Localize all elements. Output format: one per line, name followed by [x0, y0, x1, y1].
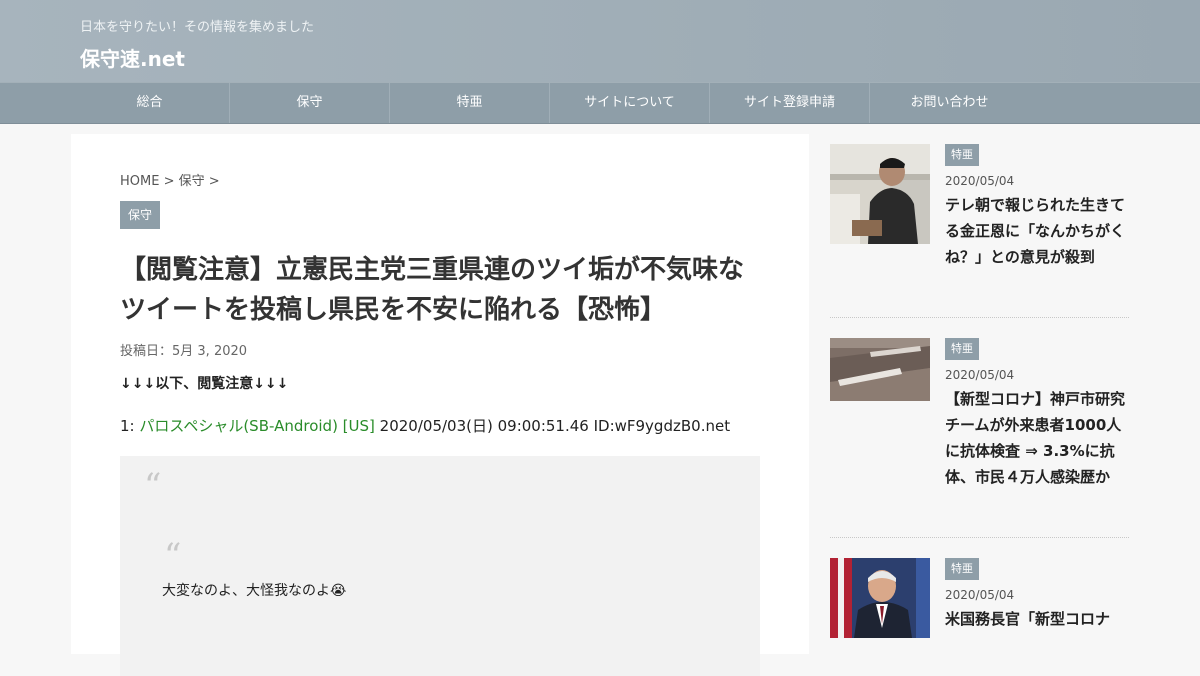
sidebar-category-badge[interactable]: 特亜 [945, 558, 979, 580]
nav-item-about[interactable]: サイトについて [550, 83, 710, 123]
site-tagline: 日本を守りたい！その情報を集めました [80, 20, 315, 35]
blockquote: “ “ 大変なのよ、大怪我なのよ😭 [120, 456, 760, 676]
viewer-warning: ↓↓↓以下、閲覧注意↓↓↓ [120, 376, 289, 392]
post-header: 1: パロスペシャル(SB-Android) [US] 2020/05/03(日… [120, 415, 730, 436]
sidebar-category-badge[interactable]: 特亜 [945, 144, 979, 166]
breadcrumb[interactable]: HOME > 保守 > [120, 170, 220, 189]
main-nav: 総合 保守 特亜 サイトについて サイト登録申請 お問い合わせ [0, 82, 1200, 124]
sidebar-post-title[interactable]: 【新型コロナ】神戸市研究チームが外来患者1000人に抗体検査 ⇒ 3.3%に抗体… [945, 386, 1130, 490]
sidebar-post-title[interactable]: 米国務長官「新型コロナ [945, 606, 1130, 632]
site-header: 日本を守りたい！その情報を集めました 保守速.net [0, 0, 1200, 82]
thumbnail-image[interactable] [830, 338, 930, 401]
nested-quote-open-icon: “ [164, 536, 182, 576]
nav-item-site-registration[interactable]: サイト登録申請 [710, 83, 870, 123]
post-date: 投稿日：5月 3, 2020 [120, 344, 248, 359]
nav-item-conservative[interactable]: 保守 [230, 83, 390, 123]
thumbnail-image[interactable] [830, 558, 930, 638]
nav-item-contact[interactable]: お問い合わせ [870, 83, 1029, 123]
poster-name: パロスペシャル(SB-Android) [US] [139, 417, 375, 435]
article-main: HOME > 保守 > 保守 【閲覧注意】立憲民主党三重県連のツイ垢が不気味なツ… [71, 134, 809, 676]
sidebar-divider [830, 537, 1129, 538]
nav-item-general[interactable]: 総合 [70, 83, 230, 123]
post-number: 1: [120, 417, 140, 435]
quote-open-icon: “ [144, 466, 162, 506]
sidebar-post-date: 2020/05/04 [945, 588, 1015, 602]
quote-text: 大変なのよ、大怪我なのよ😭 [162, 583, 347, 599]
thumbnail-image[interactable] [830, 144, 930, 244]
sidebar-divider [830, 317, 1129, 318]
article-title: 【閲覧注意】立憲民主党三重県連のツイ垢が不気味なツイートを投稿し県民を不安に陥れ… [120, 255, 745, 325]
post-meta: 2020/05/03(日) 09:00:51.46 ID:wF9ygdzB0.n… [374, 417, 731, 435]
sidebar-post-date: 2020/05/04 [945, 174, 1015, 188]
sidebar-post-title[interactable]: テレ朝で報じられた生きてる金正恩に「なんかちがくね？」との意見が殺到 [945, 192, 1130, 270]
nav-item-east-asia[interactable]: 特亜 [390, 83, 550, 123]
category-badge[interactable]: 保守 [120, 201, 161, 229]
site-title-link[interactable]: 保守速.net [80, 43, 185, 72]
sidebar-category-badge[interactable]: 特亜 [945, 338, 979, 360]
sidebar-post-date: 2020/05/04 [945, 368, 1015, 382]
